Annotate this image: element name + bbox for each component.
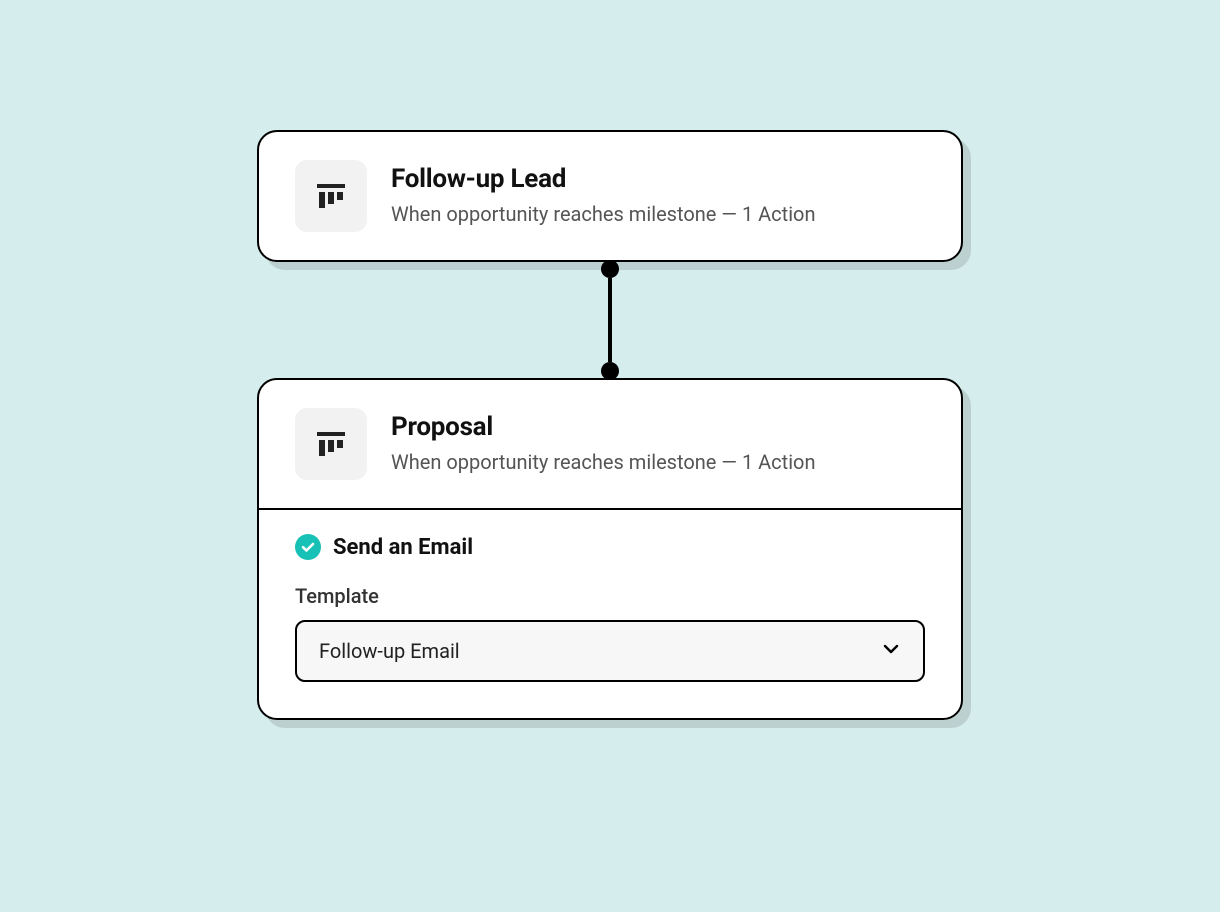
node-title: Proposal <box>391 412 925 442</box>
trigger-title: Follow-up Lead <box>391 164 925 194</box>
pipeline-icon <box>295 160 367 232</box>
trigger-subtitle: When opportunity reaches milestone — 1 A… <box>391 200 925 228</box>
pipeline-icon <box>295 408 367 480</box>
node-card[interactable]: Proposal When opportunity reaches milest… <box>257 378 963 720</box>
node-text: Proposal When opportunity reaches milest… <box>391 412 925 476</box>
connector <box>601 260 619 380</box>
node-subtitle: When opportunity reaches milestone — 1 A… <box>391 448 925 476</box>
workflow-canvas: Follow-up Lead When opportunity reaches … <box>0 0 1220 912</box>
chevron-down-icon <box>881 639 901 663</box>
action-header-row: Send an Email <box>295 534 925 560</box>
connector-dot-top <box>601 260 619 278</box>
node-card-header: Proposal When opportunity reaches milest… <box>259 380 961 508</box>
template-select[interactable]: Follow-up Email <box>295 620 925 682</box>
connector-line <box>608 278 612 362</box>
trigger-text: Follow-up Lead When opportunity reaches … <box>391 164 925 228</box>
trigger-card[interactable]: Follow-up Lead When opportunity reaches … <box>257 130 963 262</box>
action-title: Send an Email <box>333 535 473 560</box>
template-select-value: Follow-up Email <box>319 639 460 663</box>
trigger-card-header: Follow-up Lead When opportunity reaches … <box>259 132 961 260</box>
checkmark-icon <box>295 534 321 560</box>
action-section: Send an Email Template Follow-up Email <box>259 510 961 718</box>
template-label: Template <box>295 584 925 608</box>
